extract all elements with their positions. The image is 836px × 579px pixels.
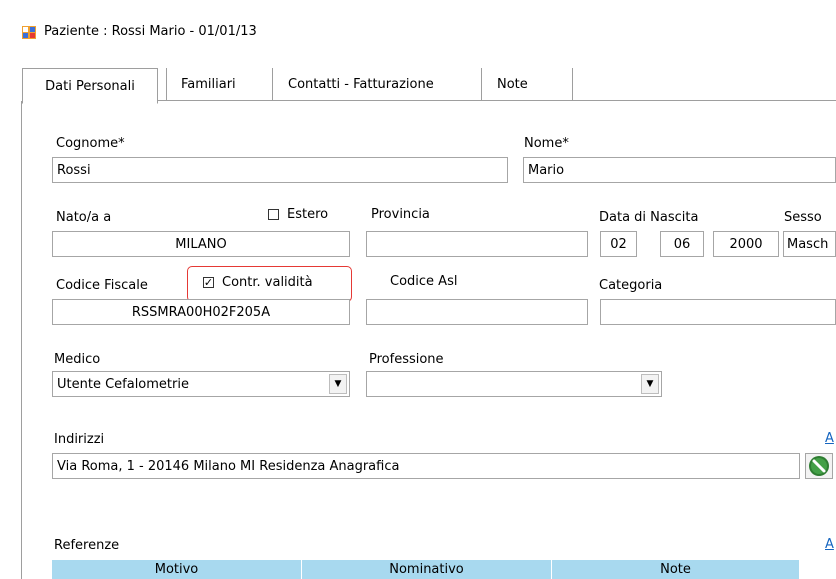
tab-label: Familiari — [181, 76, 236, 92]
referenze-label: Referenze — [54, 538, 120, 553]
codice-asl-field[interactable] — [366, 299, 588, 325]
column-header-motivo[interactable]: Motivo — [52, 560, 302, 579]
tab-separator — [166, 68, 167, 100]
nato-a-label: Nato/a a — [56, 210, 112, 225]
medico-select[interactable]: Utente Cefalometrie ▼ — [52, 371, 350, 397]
estero-checkbox-group[interactable]: Estero — [268, 207, 328, 222]
app-icon — [22, 26, 36, 39]
go-icon — [809, 456, 829, 476]
tab-note[interactable]: Note — [497, 68, 528, 100]
contr-validita-checkbox-group[interactable]: ✓ Contr. validità — [203, 275, 313, 290]
column-header-nominativo[interactable]: Nominativo — [302, 560, 552, 579]
codice-asl-label: Codice Asl — [390, 274, 458, 289]
referenze-add-link[interactable]: A — [825, 537, 834, 552]
tab-familiari[interactable]: Familiari — [181, 68, 236, 100]
address-go-button[interactable] — [805, 453, 833, 479]
sesso-field[interactable]: Masch — [783, 231, 836, 257]
nome-field[interactable]: Mario — [523, 157, 836, 183]
codice-fiscale-field[interactable]: RSSMRA00H02F205A — [52, 299, 350, 325]
codice-fiscale-label: Codice Fiscale — [56, 278, 148, 293]
indirizzi-field[interactable]: Via Roma, 1 - 20146 Milano MI Residenza … — [52, 453, 800, 479]
tab-contatti-fatturazione[interactable]: Contatti - Fatturazione — [288, 68, 434, 100]
data-nascita-label: Data di Nascita — [599, 210, 699, 225]
professione-select[interactable]: ▼ — [366, 371, 662, 397]
sesso-label: Sesso — [784, 210, 822, 225]
tab-dati-personali[interactable]: Dati Personali — [22, 68, 158, 104]
chevron-down-icon[interactable]: ▼ — [641, 374, 659, 394]
indirizzi-label: Indirizzi — [54, 432, 105, 447]
professione-label: Professione — [369, 352, 444, 367]
data-nascita-month[interactable]: 06 — [660, 231, 704, 257]
tab-separator — [272, 68, 273, 100]
categoria-field[interactable] — [600, 299, 836, 325]
tab-separator — [572, 68, 573, 100]
data-nascita-year[interactable]: 2000 — [713, 231, 779, 257]
cognome-label: Cognome* — [56, 136, 125, 151]
cognome-field[interactable]: Rossi — [52, 157, 508, 183]
column-header-note[interactable]: Note — [552, 560, 800, 579]
contr-validita-label: Contr. validità — [222, 275, 313, 290]
table-header-filler — [800, 560, 836, 579]
categoria-label: Categoria — [599, 278, 663, 293]
title-bar — [0, 0, 836, 46]
tab-separator — [481, 68, 482, 100]
provincia-label: Provincia — [371, 207, 430, 222]
data-nascita-day[interactable]: 02 — [600, 231, 637, 257]
tab-label: Contatti - Fatturazione — [288, 76, 434, 92]
provincia-field[interactable] — [366, 231, 588, 257]
chevron-down-icon[interactable]: ▼ — [329, 374, 347, 394]
medico-label: Medico — [54, 352, 101, 367]
medico-value: Utente Cefalometrie — [57, 376, 189, 392]
nome-label: Nome* — [524, 136, 569, 151]
nato-a-field[interactable]: MILANO — [52, 231, 350, 257]
estero-checkbox[interactable] — [268, 209, 279, 220]
indirizzi-add-link[interactable]: A — [825, 431, 834, 446]
window-title: Paziente : Rossi Mario - 01/01/13 — [44, 24, 257, 39]
tab-label: Note — [497, 76, 528, 92]
contr-validita-checkbox[interactable]: ✓ — [203, 277, 214, 288]
estero-label: Estero — [287, 207, 329, 222]
tab-label: Dati Personali — [45, 78, 135, 94]
